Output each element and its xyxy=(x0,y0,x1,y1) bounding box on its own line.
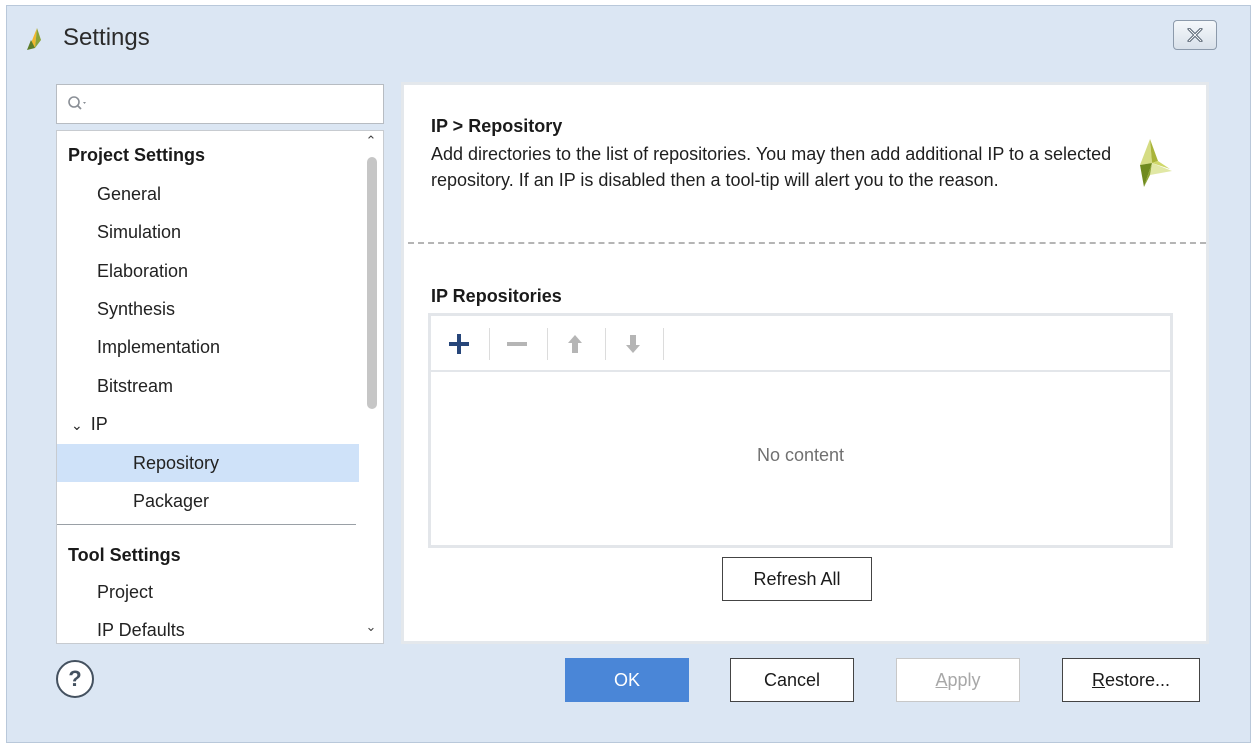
ok-button[interactable]: OK xyxy=(565,658,689,702)
tree-divider xyxy=(57,524,356,525)
repo-toolbar xyxy=(431,316,1170,372)
scroll-down-icon[interactable]: ⌄ xyxy=(359,619,383,641)
remove-repository-button[interactable] xyxy=(501,329,533,359)
title-bar: Settings xyxy=(7,6,1250,68)
tree-item-elaboration[interactable]: Elaboration xyxy=(57,252,359,290)
close-icon xyxy=(1187,28,1203,42)
toolbar-separator xyxy=(547,328,548,360)
move-down-button[interactable] xyxy=(617,329,649,359)
help-button[interactable]: ? xyxy=(56,660,94,698)
tree-item-ip-defaults[interactable]: IP Defaults xyxy=(57,611,359,643)
tree-header-project-settings: Project Settings xyxy=(68,145,206,165)
tree-item-synthesis[interactable]: Synthesis xyxy=(57,290,359,328)
tree-item-ip-label: IP xyxy=(90,414,108,434)
arrow-down-icon xyxy=(626,335,640,353)
content-panel: IP > Repository Add directories to the l… xyxy=(401,82,1209,644)
section-title: IP Repositories xyxy=(431,286,562,306)
tree-item-ip[interactable]: ⌄ IP xyxy=(57,405,359,443)
tree-scrollbar[interactable]: ⌃ ⌄ xyxy=(359,131,383,643)
vivado-logo-icon xyxy=(27,28,41,50)
toolbar-separator xyxy=(663,328,664,360)
page-description: Add directories to the list of repositor… xyxy=(431,144,1112,190)
scroll-thumb[interactable] xyxy=(367,157,377,409)
tree-item-packager[interactable]: Packager xyxy=(57,482,359,520)
search-box[interactable] xyxy=(56,84,384,124)
settings-tree: Project Settings General Simulation Elab… xyxy=(56,130,384,644)
minus-icon xyxy=(507,342,527,346)
arrow-up-icon xyxy=(568,335,582,353)
toolbar-separator xyxy=(605,328,606,360)
search-icon xyxy=(68,96,86,110)
toolbar-separator xyxy=(489,328,490,360)
empty-table-message: No content xyxy=(756,445,845,465)
tree-item-implementation[interactable]: Implementation xyxy=(57,328,359,366)
scroll-up-icon[interactable]: ⌃ xyxy=(359,133,383,155)
apply-label-rest: pply xyxy=(947,669,981,690)
add-repository-button[interactable] xyxy=(443,329,475,359)
plus-icon xyxy=(449,334,469,354)
tree-item-general[interactable]: General xyxy=(57,175,359,213)
tree-item-repository[interactable]: Repository xyxy=(57,444,359,482)
restore-label-rest: estore... xyxy=(1104,669,1171,690)
search-input[interactable] xyxy=(95,91,375,117)
page-breadcrumb: IP > Repository xyxy=(431,116,563,136)
ip-repositories-table: No content xyxy=(428,313,1173,548)
apply-button[interactable]: Apply xyxy=(896,658,1020,702)
settings-dialog: Settings Project Settings General Simula… xyxy=(6,5,1251,743)
window-title: Settings xyxy=(63,24,150,51)
tree-item-project[interactable]: Project xyxy=(57,573,359,611)
close-button[interactable] xyxy=(1173,20,1217,50)
restore-mnemonic: R xyxy=(1091,669,1105,690)
vivado-brand-icon xyxy=(1140,139,1172,187)
tree-header-tool-settings: Tool Settings xyxy=(68,545,181,565)
apply-mnemonic: A xyxy=(935,669,948,690)
cancel-button[interactable]: Cancel xyxy=(730,658,854,702)
tree-item-simulation[interactable]: Simulation xyxy=(57,213,359,251)
move-up-button[interactable] xyxy=(559,329,591,359)
refresh-all-button[interactable]: Refresh All xyxy=(722,557,872,601)
restore-button[interactable]: Restore... xyxy=(1062,658,1200,702)
chevron-down-icon[interactable]: ⌄ xyxy=(71,406,83,444)
header-divider xyxy=(408,242,1206,244)
tree-item-bitstream[interactable]: Bitstream xyxy=(57,367,359,405)
